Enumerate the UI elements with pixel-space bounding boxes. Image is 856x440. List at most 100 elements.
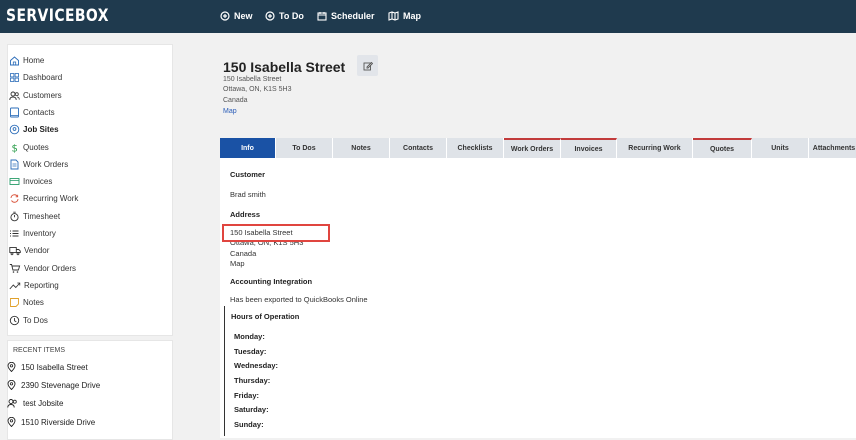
- cart-icon: [9, 263, 21, 273]
- sidebar-item-timesheet[interactable]: Timesheet: [9, 209, 60, 223]
- tab-to-dos[interactable]: To Dos: [276, 138, 333, 158]
- scheduler-button[interactable]: Scheduler: [317, 11, 375, 21]
- todo-button[interactable]: To Do: [265, 11, 304, 21]
- sidebar-item-label: Inventory: [23, 228, 56, 238]
- sidebar-item-label: Timesheet: [23, 211, 61, 221]
- sidebar-item-to-dos[interactable]: To Dos: [9, 313, 48, 327]
- sidebar-item-home[interactable]: Home: [9, 53, 44, 67]
- accounting-label: Accounting Integration: [230, 277, 313, 286]
- home-icon: [10, 55, 19, 65]
- sidebar-item-label: Invoices: [23, 176, 53, 186]
- hours-day-label: Monday:: [234, 332, 265, 341]
- trend-icon: [9, 282, 21, 289]
- app-logo[interactable]: SERVICEBOX: [6, 6, 109, 26]
- sidebar-item-label: Dashboard: [23, 72, 63, 82]
- header-address-line3: Canada: [223, 97, 248, 104]
- map-label: Map: [403, 11, 421, 21]
- customer-label: Customer: [230, 170, 266, 179]
- tab-contacts[interactable]: Contacts: [390, 138, 447, 158]
- hours-day-label: Tuesday:: [234, 347, 267, 356]
- address-label: Address: [230, 210, 261, 219]
- sidebar-item-invoices[interactable]: Invoices: [9, 174, 52, 188]
- recent-item[interactable]: 150 Isabella Street: [7, 362, 88, 372]
- recent-item[interactable]: 1510 Riverside Drive: [7, 417, 95, 427]
- recent-item-label: test Jobsite: [23, 398, 64, 408]
- sidebar-item-label: Customers: [23, 90, 62, 100]
- sidebar-item-label: Job Sites: [23, 124, 59, 134]
- tab-units[interactable]: Units: [752, 138, 809, 158]
- recent-item[interactable]: test Jobsite: [7, 398, 63, 408]
- sidebar-item-recurring-work[interactable]: Recurring Work: [9, 191, 78, 205]
- sidebar-item-label: Contacts: [23, 107, 55, 117]
- recent-item-label: 1510 Riverside Drive: [21, 417, 96, 427]
- address-map-link[interactable]: Map: [230, 259, 245, 268]
- header-address-line2: Ottawa, ON, K1S 5H3: [223, 86, 292, 93]
- sidebar-item-work-orders[interactable]: Work Orders: [9, 157, 68, 171]
- list-icon: [10, 230, 19, 236]
- recurring-icon: [10, 193, 19, 203]
- accounting-status: Has been exported to QuickBooks Online: [230, 295, 368, 304]
- address-line3: Canada: [230, 249, 257, 258]
- recent-item-label: 150 Isabella Street: [21, 362, 88, 372]
- sidebar-item-dashboard[interactable]: Dashboard: [9, 70, 62, 84]
- sidebar-item-label: Work Orders: [23, 159, 69, 169]
- tab-attachments[interactable]: Attachments: [809, 138, 856, 158]
- invoice-icon: [9, 177, 20, 185]
- sidebar-item-vendor-orders[interactable]: Vendor Orders: [9, 261, 76, 275]
- recent-item[interactable]: 2390 Stevenage Drive: [7, 380, 100, 390]
- hours-day-label: Friday:: [234, 391, 260, 400]
- hours-day-label: Sunday:: [234, 420, 264, 429]
- tab-work-orders[interactable]: Work Orders: [504, 138, 561, 158]
- contact-card-icon: [10, 107, 19, 117]
- hours-day-label: Saturday:: [234, 405, 269, 414]
- sidebar-item-contacts[interactable]: Contacts: [9, 105, 55, 119]
- new-label: New: [234, 11, 253, 21]
- hours-day-label: Thursday:: [234, 376, 271, 385]
- sidebar-item-reporting[interactable]: Reporting: [9, 278, 59, 292]
- svg-text:$: $: [12, 143, 18, 153]
- sidebar-item-label: Reporting: [24, 280, 59, 290]
- edit-icon: [363, 61, 373, 70]
- tab-bar: Info To Dos Notes Contacts Checklists Wo…: [220, 138, 856, 158]
- tab-info[interactable]: Info: [220, 138, 276, 158]
- recent-items-title: RECENT ITEMS: [13, 347, 65, 354]
- sidebar-item-job-sites[interactable]: Job Sites: [9, 122, 59, 136]
- map-pin-icon: [7, 380, 16, 390]
- sidebar-item-customers[interactable]: Customers: [9, 88, 62, 102]
- header-map-link[interactable]: Map: [223, 108, 237, 115]
- plus-circle-icon: [220, 11, 230, 21]
- map-pin-icon: [9, 124, 20, 134]
- map-button[interactable]: Map: [388, 11, 421, 21]
- map-pin-icon: [7, 417, 16, 427]
- sidebar-item-label: Notes: [23, 297, 44, 307]
- map-icon: [388, 11, 399, 21]
- hours-divider: [224, 306, 225, 436]
- grid-icon: [10, 72, 19, 82]
- tab-invoices[interactable]: Invoices: [561, 138, 617, 158]
- scheduler-label: Scheduler: [331, 11, 375, 21]
- sidebar-item-notes[interactable]: Notes: [9, 295, 44, 309]
- tab-checklists[interactable]: Checklists: [447, 138, 504, 158]
- note-icon: [10, 297, 19, 307]
- sidebar-item-quotes[interactable]: $ Quotes: [9, 140, 49, 154]
- tab-notes[interactable]: Notes: [333, 138, 390, 158]
- dollar-icon: $: [12, 143, 18, 153]
- tab-recurring-work[interactable]: Recurring Work: [617, 138, 693, 158]
- hours-day-label: Wednesday:: [234, 361, 279, 370]
- customer-link[interactable]: Brad smith: [230, 190, 266, 199]
- todo-label: To Do: [279, 11, 304, 21]
- sidebar-item-vendor[interactable]: Vendor: [9, 243, 49, 257]
- map-pin-icon: [7, 362, 16, 372]
- address-highlight-box: [222, 224, 330, 242]
- users-icon: [9, 91, 20, 100]
- edit-button[interactable]: [357, 55, 378, 76]
- sidebar-item-label: Quotes: [23, 142, 49, 152]
- new-button[interactable]: New: [220, 11, 253, 21]
- truck-icon: [9, 246, 21, 255]
- clock-icon: [9, 315, 20, 325]
- tab-quotes[interactable]: Quotes: [693, 138, 752, 158]
- stopwatch-icon: [10, 211, 19, 221]
- sidebar-item-label: Vendor Orders: [24, 263, 77, 273]
- sidebar-item-inventory[interactable]: Inventory: [9, 226, 56, 240]
- users-icon: [7, 399, 17, 408]
